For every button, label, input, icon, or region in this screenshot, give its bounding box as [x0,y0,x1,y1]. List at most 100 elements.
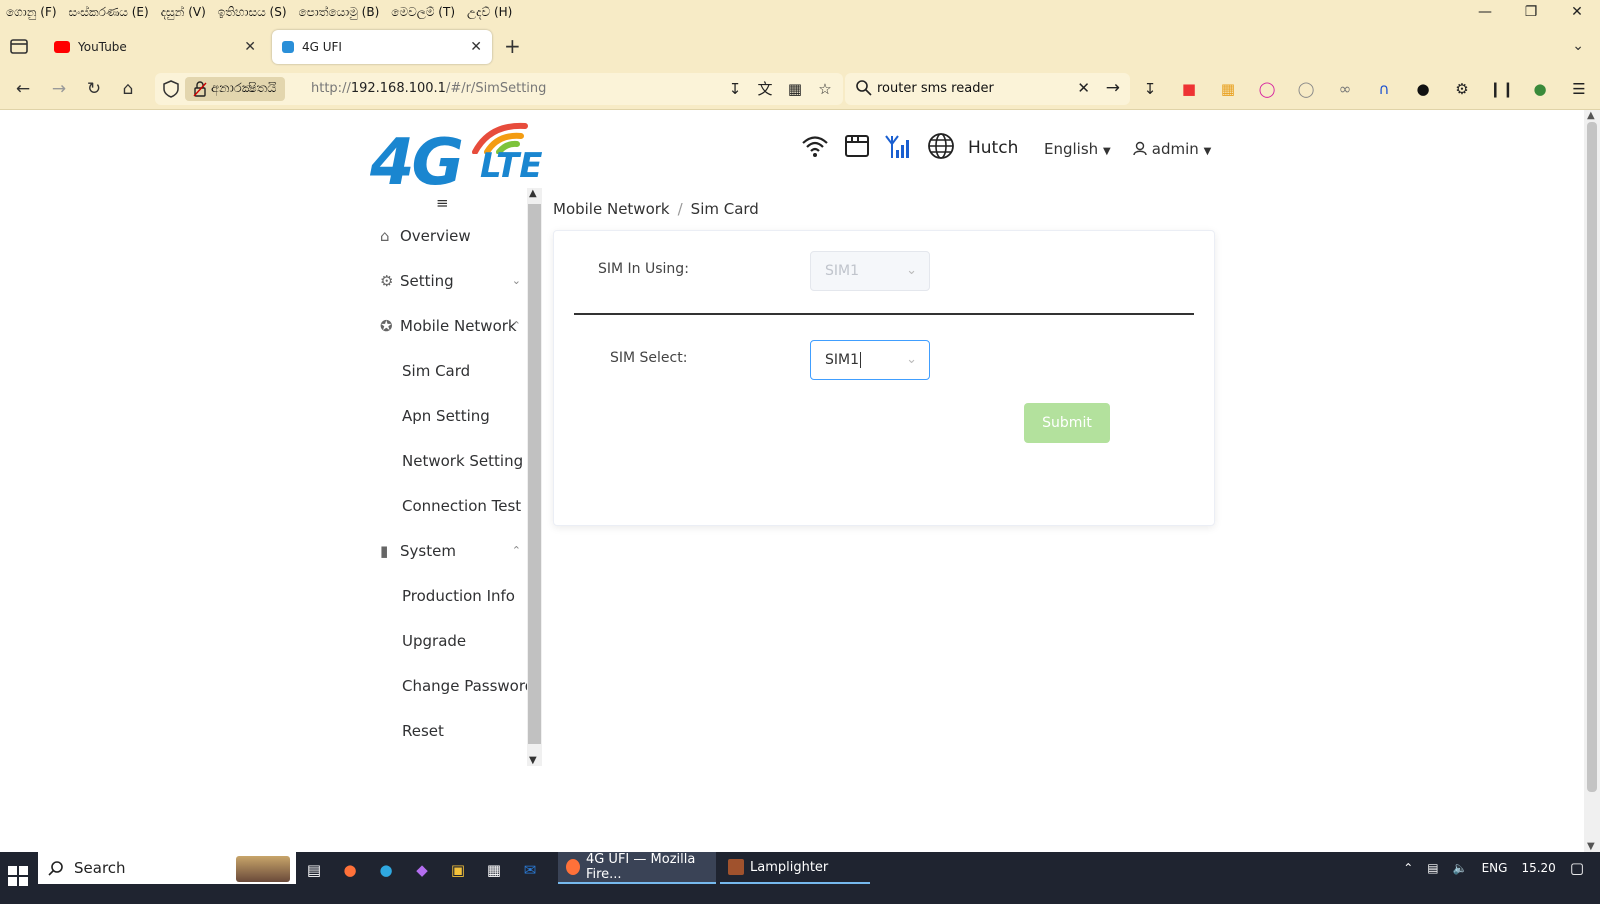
url-text[interactable]: http://192.168.100.1/#/r/SimSetting [311,73,546,105]
volume-icon[interactable]: 🔈 [1453,861,1468,875]
forward-icon[interactable]: → [48,78,70,100]
save-page-icon[interactable]: ↧ [725,79,745,99]
sim-select-dropdown[interactable]: SIM1 ⌄ [810,340,930,380]
sim-card-icon [845,135,869,157]
language-indicator[interactable]: ENG [1482,861,1508,875]
sidebar-item-overview[interactable]: ⌂ Overview [380,216,525,256]
clock[interactable]: 15.20 [1521,861,1555,875]
task-view-icon[interactable]: ▤ [302,858,326,882]
home-icon[interactable]: ⌂ [117,78,139,100]
firefox-icon[interactable]: ● [338,858,362,882]
sidebar-item-label: Mobile Network [400,317,517,335]
close-tab-icon[interactable]: ✕ [244,39,256,55]
close-window-icon[interactable]: ✕ [1554,0,1600,24]
link-extension-icon[interactable]: ∞ [1333,78,1357,100]
wifi-icon [802,136,828,157]
restore-icon[interactable]: ❐ [1508,0,1554,24]
app-menu-icon[interactable]: ☰ [1567,78,1591,100]
instagram-extension-icon[interactable]: ◯ [1255,78,1279,100]
sidebar-item-system[interactable]: ▮ System ⌃ [380,531,525,571]
extensions-puzzle-icon[interactable]: ⚙ [1450,78,1474,100]
taskbar-app-lamplighter[interactable]: Lamplighter [720,852,870,884]
scroll-down-icon[interactable]: ▼ [529,755,537,766]
browser-menubar: ගොනු (F) සංස්කරණය (E) දසුන් (V) ඉතිහාසය … [0,0,1600,24]
tab-list-icon[interactable] [8,36,30,56]
tab-youtube[interactable]: YouTube ✕ [44,30,266,64]
submit-button[interactable]: Submit [1024,403,1110,443]
globe-extension-icon[interactable]: ● [1528,78,1552,100]
menu-collapse-icon[interactable]: ≡ [436,194,449,212]
notifications-icon[interactable]: ▢ [1570,859,1584,877]
search-bar[interactable]: router sms reader ✕ → [845,73,1130,105]
menu-history[interactable]: ඉතිහාසය (S) [212,5,293,20]
sidebar-scrollbar[interactable]: ▲ ▼ [527,188,542,766]
page-scrollbar[interactable]: ▲ ▼ [1584,110,1600,852]
clear-search-icon[interactable]: ✕ [1077,79,1090,97]
chevron-down-icon: ⌄ [906,352,917,367]
scroll-up-icon[interactable]: ▲ [529,188,537,199]
sidebar-item-change-password[interactable]: Change Password [402,666,534,706]
minimize-icon[interactable]: — [1462,0,1508,24]
menu-view[interactable]: දසුන් (V) [155,5,212,20]
sidebar-item-network-setting[interactable]: Network Setting [402,441,523,481]
taskbar-app-label: 4G UFI — Mozilla Fire... [585,852,696,882]
sidebar-item-reset[interactable]: Reset [402,711,444,751]
sidebar-item-apn-setting[interactable]: Apn Setting [402,396,490,436]
screenshot-extension-icon[interactable]: ■ [1177,78,1201,100]
menu-edit[interactable]: සංස්කරණය (E) [63,5,155,20]
search-icon [48,861,63,876]
edge-icon[interactable]: ● [374,858,398,882]
new-tab-icon[interactable]: + [504,36,521,56]
color-extension-icon[interactable]: ▦ [1216,78,1240,100]
chevron-down-icon[interactable]: ⌄ [1572,38,1584,54]
breadcrumb-parent[interactable]: Mobile Network [553,200,670,218]
library-icon[interactable]: ❙❙ [1489,78,1514,100]
menu-file[interactable]: ගොනු (F) [0,5,63,20]
copilot-icon[interactable]: ◆ [410,858,434,882]
menu-help[interactable]: උදව් (H) [461,5,518,20]
reload-icon[interactable]: ↻ [83,78,105,100]
account-extension-icon[interactable]: ● [1411,78,1435,100]
user-dropdown[interactable]: admin ▼ [1133,140,1211,158]
menu-tools[interactable]: මෙවලම් (T) [385,5,461,20]
sidebar-item-setting[interactable]: ⚙ Setting ⌄ [380,261,525,301]
qr-code-icon[interactable]: ▦ [785,79,805,99]
downloads-icon[interactable]: ↧ [1138,78,1162,100]
taskbar-search[interactable]: Search [38,852,296,884]
taskbar-app-firefox[interactable]: 4G UFI — Mozilla Fire... [558,852,716,884]
router-favicon-icon [282,41,294,53]
windows-start-icon[interactable] [8,866,28,886]
store-icon[interactable]: ▦ [482,858,506,882]
container-extension-icon[interactable]: ◯ [1294,78,1318,100]
shield-icon[interactable] [163,80,179,98]
outlook-icon[interactable]: ✉ [518,858,542,882]
breadcrumb: Mobile Network / Sim Card [553,200,759,218]
scroll-up-icon[interactable]: ▲ [1587,110,1595,121]
status-icons [800,132,956,160]
text-cursor [860,352,862,368]
close-tab-icon[interactable]: ✕ [470,39,482,55]
sidebar-item-sim-card[interactable]: Sim Card [402,351,470,391]
sidebar-item-production-info[interactable]: Production Info [402,576,515,616]
not-secure-badge[interactable]: අනාරක්‍ෂිතයි [185,77,285,101]
sim-in-using-value: SIM1 [825,263,860,279]
search-go-icon[interactable]: → [1106,78,1120,98]
translate-icon[interactable]: 文 [755,79,775,99]
file-explorer-icon[interactable]: ▣ [446,858,470,882]
menu-bookmarks[interactable]: පොත්යොමු (B) [293,5,386,20]
sidebar-item-upgrade[interactable]: Upgrade [402,621,466,661]
network-icon[interactable]: ▤ [1427,861,1438,875]
sidebar-item-connection-test[interactable]: Connection Test [402,486,521,526]
scrollbar-thumb[interactable] [528,204,541,744]
chevron-up-icon[interactable]: ⌃ [1403,861,1413,875]
chevron-down-icon: ⌄ [511,274,521,287]
scrollbar-thumb[interactable] [1587,122,1597,792]
scroll-down-icon[interactable]: ▼ [1587,841,1595,852]
url-bar[interactable]: අනාරක්‍ෂිතයි http://192.168.100.1/#/r/Si… [155,73,843,105]
bookmark-star-icon[interactable]: ☆ [815,79,835,99]
sidebar-item-mobile-network[interactable]: ✪ Mobile Network ⌃ [380,306,525,346]
language-dropdown[interactable]: English ▼ [1044,140,1111,158]
headset-extension-icon[interactable]: ∩ [1372,78,1396,100]
tab-4g-ufi[interactable]: 4G UFI ✕ [272,30,492,64]
back-icon[interactable]: ← [12,78,34,100]
